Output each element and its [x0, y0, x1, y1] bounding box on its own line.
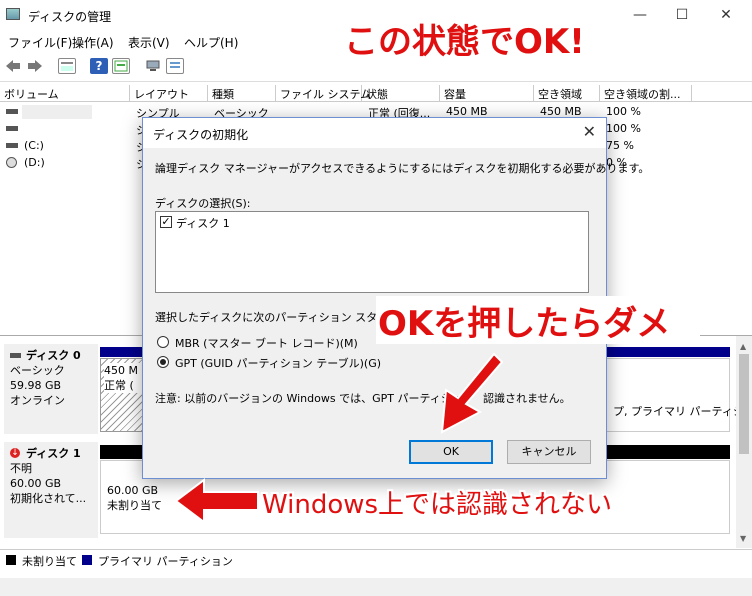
gpt-radio[interactable] [157, 356, 169, 368]
column-volume[interactable]: ボリューム [0, 85, 130, 102]
volume-name-redacted [22, 105, 92, 119]
disk-1-info[interactable]: ↓ ディスク 1 不明 60.00 GB 初期化されて... [4, 442, 98, 538]
disk-select-list[interactable]: ✓ ディスク 1 [155, 211, 589, 293]
legend-bar: 未割り当て プライマリ パーティション [0, 549, 752, 569]
scroll-thumb[interactable] [739, 354, 749, 454]
dialog-message: 論理ディスク マネージャーがアクセスできるようにするにはディスクを初期化する必要… [155, 162, 650, 175]
close-button[interactable]: ✕ [708, 4, 744, 26]
mbr-radio[interactable] [157, 336, 169, 348]
disk-0-name: ディスク 0 [26, 349, 81, 362]
list-view-icon[interactable] [166, 58, 184, 74]
column-type[interactable]: 種類 [208, 85, 276, 102]
partition-size: 450 M [104, 363, 142, 378]
volume-name: (C:) [24, 139, 44, 152]
annotation-middle-text: OKを押したらダメ [378, 304, 671, 344]
legend-unallocated-label: 未割り当て [22, 555, 77, 568]
menu-help[interactable]: ヘルプ(H) [184, 34, 238, 51]
disk-0-info[interactable]: ディスク 0 ベーシック 59.98 GB オンライン [4, 344, 98, 434]
disk-0-type: ベーシック [10, 364, 65, 377]
drive-icon [6, 109, 18, 114]
cancel-button[interactable]: キャンセル [507, 440, 591, 464]
disk-item-label[interactable]: ディスク 1 [176, 215, 230, 231]
red-arrow-left-icon [174, 478, 259, 524]
volume-name: (D:) [24, 156, 45, 169]
menu-view[interactable]: 表示(V) [128, 34, 170, 51]
column-filesystem[interactable]: ファイル システム [276, 85, 371, 102]
red-arrow-down-icon [440, 352, 504, 434]
connect-icon[interactable] [144, 58, 162, 74]
maximize-button[interactable]: ☐ [664, 4, 700, 26]
disk-select-label: ディスクの選択(S): [155, 197, 251, 210]
recovery-partition[interactable]: 450 M 正常 ( [100, 358, 146, 432]
cd-drive-icon [6, 157, 17, 168]
legend-primary-swatch [82, 555, 92, 565]
error-icon: ↓ [10, 448, 20, 458]
partition-status: 未割り当て [107, 499, 162, 512]
drive-icon [6, 143, 18, 148]
disk-management-icon [6, 8, 20, 20]
column-free-space[interactable]: 空き領域 [534, 85, 600, 102]
disk-icon [10, 353, 21, 358]
scroll-down-icon[interactable]: ▼ [740, 534, 746, 543]
disk-1-type: 不明 [10, 462, 32, 475]
properties-icon[interactable] [112, 58, 130, 74]
disk-1-status: 初期化されて... [10, 492, 87, 505]
volume-free-percent: 100 % [606, 105, 641, 118]
volume-free-percent: 75 % [606, 139, 634, 152]
compatibility-note: 注意: 以前のバージョンの Windows では、GPT パーティション [155, 392, 474, 405]
gpt-label[interactable]: GPT (GUID パーティション テーブル)(G) [175, 355, 381, 371]
column-free-percent[interactable]: 空き領域の割... [600, 85, 692, 102]
scroll-up-icon[interactable]: ▲ [740, 342, 746, 351]
partition-type: プ, プライマリ パーティショ [613, 405, 752, 418]
partition-status: 正常 ( [104, 378, 142, 393]
menu-action[interactable]: 操作(A) [72, 34, 114, 51]
annotation-bottom-text: Windows上では認識されない [262, 490, 613, 520]
annotation-top-text: この状態でOK! [344, 22, 585, 62]
disk-1-size: 60.00 GB [10, 477, 62, 490]
volume-free-percent: 100 % [606, 122, 641, 135]
window-title: ディスクの管理 [28, 10, 112, 24]
ok-button[interactable]: OK [409, 440, 493, 464]
column-layout[interactable]: レイアウト [130, 85, 208, 102]
show-hide-console-icon[interactable] [58, 58, 76, 74]
back-arrow-icon[interactable] [4, 58, 22, 74]
disk-1-name: ディスク 1 [26, 447, 81, 460]
disk-0-size: 59.98 GB [10, 379, 62, 392]
drive-icon [6, 126, 18, 131]
mbr-label[interactable]: MBR (マスター ブート レコード)(M) [175, 335, 358, 351]
horizontal-scrollbar[interactable] [0, 578, 752, 596]
dialog-title-bar: ディスクの初期化 ✕ [143, 118, 606, 148]
partition-size: 60.00 GB [107, 484, 159, 497]
column-capacity[interactable]: 容量 [440, 85, 534, 102]
menu-file[interactable]: ファイル(F) [8, 34, 72, 51]
disk-1-checkbox[interactable]: ✓ [160, 216, 172, 228]
legend-primary-label: プライマリ パーティション [98, 555, 233, 568]
forward-arrow-icon[interactable] [26, 58, 44, 74]
vertical-scrollbar[interactable]: ▲ ▼ [736, 336, 752, 548]
primary-partition[interactable]: プ, プライマリ パーティショ [600, 358, 752, 432]
volume-list-header: ボリューム レイアウト 種類 ファイル システム 状態 容量 空き領域 空き領域… [0, 85, 752, 102]
minimize-button[interactable]: — [622, 4, 658, 26]
legend-unallocated-swatch [6, 555, 16, 565]
column-status[interactable]: 状態 [362, 85, 440, 102]
disk-0-status: オンライン [10, 394, 65, 407]
dialog-close-icon[interactable]: ✕ [583, 122, 596, 141]
dialog-title: ディスクの初期化 [153, 128, 249, 142]
help-icon[interactable]: ? [90, 58, 108, 74]
